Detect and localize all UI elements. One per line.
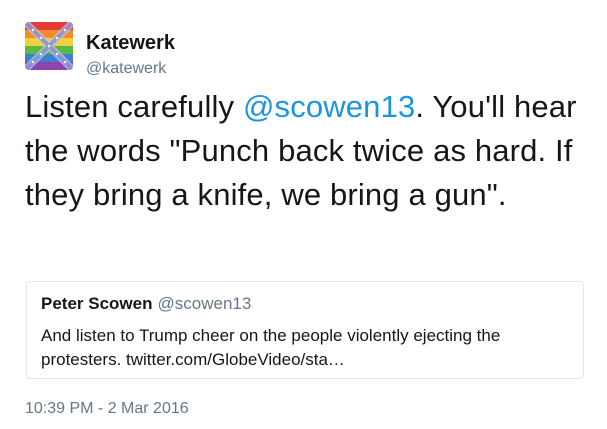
quoted-author-name: Peter Scowen xyxy=(41,294,153,313)
author-handle[interactable]: @katewerk xyxy=(86,60,166,78)
mention-link[interactable]: @scowen13 xyxy=(243,89,415,124)
rainbow-flag-avatar-icon[interactable] xyxy=(25,22,73,70)
tweet-timestamp[interactable]: 10:39 PM - 2 Mar 2016 xyxy=(25,400,189,418)
tweet-text-part: Listen carefully xyxy=(25,89,243,124)
author-display-name[interactable]: Katewerk xyxy=(86,32,175,55)
quoted-tweet-card[interactable]: Peter Scowen @scowen13 And listen to Trum… xyxy=(26,281,584,379)
quoted-author-handle: @scowen13 xyxy=(157,294,252,313)
quoted-tweet-text: And listen to Trump cheer on the people … xyxy=(41,326,501,369)
tweet-text: Listen carefully @scowen13. You'll hear … xyxy=(25,85,585,217)
quoted-tweet-author: Peter Scowen @scowen13 xyxy=(41,294,251,314)
